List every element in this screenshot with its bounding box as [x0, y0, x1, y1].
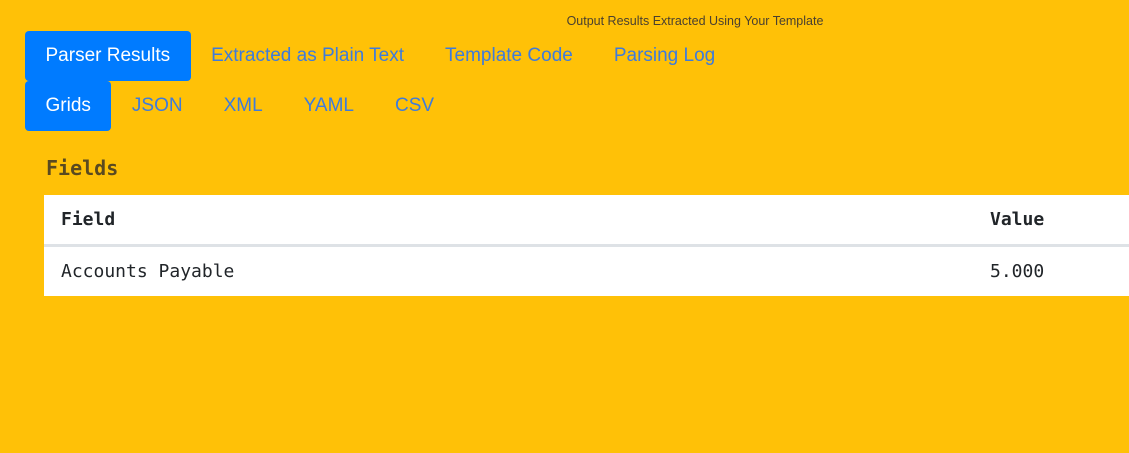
tab-yaml[interactable]: YAML: [283, 81, 374, 131]
tab-json[interactable]: JSON: [111, 81, 203, 131]
page-caption: Output Results Extracted Using Your Temp…: [566, 14, 824, 28]
cell-value: 5.000: [990, 260, 1045, 282]
tab-csv[interactable]: CSV: [375, 81, 455, 131]
tab-extracted-plain-text[interactable]: Extracted as Plain Text: [191, 31, 425, 81]
tab-parser-results[interactable]: Parser Results: [25, 31, 191, 81]
cell-field: Accounts Payable: [61, 260, 235, 282]
table-header-row: Field Value: [44, 195, 1129, 245]
table-row: Accounts Payable 5.000: [44, 245, 1129, 296]
fields-table: Field Value Accounts Payable 5.000: [44, 195, 1129, 296]
column-header-field: Field: [61, 208, 116, 230]
secondary-tabs: Grids JSON XML YAML CSV: [25, 81, 455, 131]
tab-template-code[interactable]: Template Code: [425, 31, 594, 81]
tab-xml[interactable]: XML: [203, 81, 283, 131]
tab-grids[interactable]: Grids: [25, 81, 112, 131]
fields-section-title: Fields: [46, 156, 119, 180]
tab-parsing-log[interactable]: Parsing Log: [593, 31, 735, 81]
primary-tabs: Parser Results Extracted as Plain Text T…: [25, 31, 736, 81]
column-header-value: Value: [990, 208, 1045, 230]
